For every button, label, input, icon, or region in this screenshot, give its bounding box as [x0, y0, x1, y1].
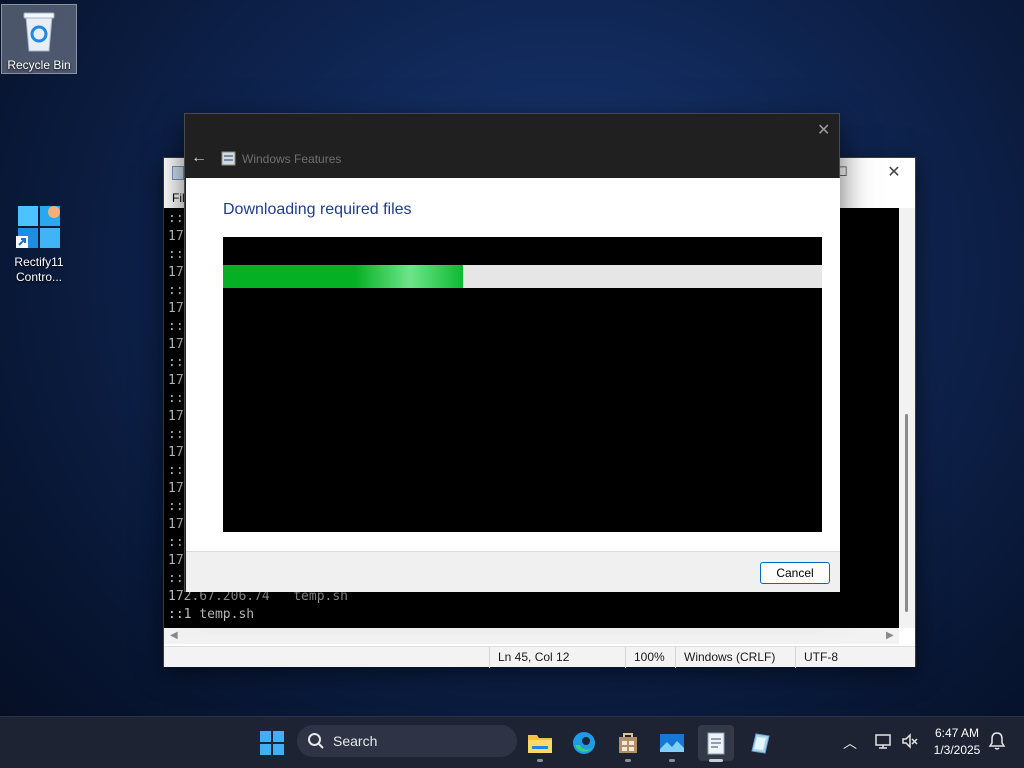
status-zoom: 100%	[625, 647, 665, 668]
photos-icon	[660, 734, 684, 752]
scroll-right-icon[interactable]: ▶	[886, 630, 894, 641]
folder-icon	[528, 735, 552, 753]
desktop-icon-rectify11[interactable]: Rectify11 Contro...	[1, 204, 77, 285]
running-indicator	[669, 759, 675, 762]
network-icon[interactable]	[874, 731, 894, 751]
windows-settings-icon	[16, 206, 60, 248]
taskbar-rectify-control[interactable]	[742, 725, 778, 761]
taskbar-photos[interactable]	[654, 725, 690, 762]
search-icon	[308, 733, 324, 749]
running-indicator	[625, 759, 631, 762]
desktop-icon-recycle-bin[interactable]: Recycle Bin	[1, 4, 77, 74]
taskbar-search[interactable]: Search	[297, 725, 517, 757]
windows-features-dialog[interactable]: ✕ ← Windows Features Downloading require…	[184, 113, 840, 592]
status-position: Ln 45, Col 12	[489, 647, 569, 668]
editor-line: ::1 temp.sh	[168, 607, 255, 622]
clock-date: 1/3/2025	[933, 743, 981, 757]
start-button[interactable]	[254, 725, 290, 761]
cancel-button[interactable]: Cancel	[760, 562, 830, 584]
dialog-heading: Downloading required files	[223, 201, 412, 218]
taskbar-clock[interactable]: 6:47 AM 1/3/2025	[924, 725, 990, 759]
progress-panel	[223, 237, 822, 532]
recycle-bin-icon	[23, 12, 55, 52]
notification-bell-icon[interactable]	[988, 731, 1006, 751]
volume-muted-icon[interactable]	[900, 731, 920, 751]
dialog-body: Downloading required files	[186, 178, 840, 551]
status-encoding: UTF-8	[795, 647, 838, 668]
search-label: Search	[333, 733, 378, 749]
progress-bar	[223, 265, 822, 288]
horizontal-scrollbar[interactable]: ◀ ▶	[164, 628, 899, 644]
dialog-footer: Cancel	[186, 551, 840, 592]
windows-logo-icon	[260, 731, 284, 755]
progress-bar-fill	[223, 265, 463, 288]
taskbar-notepad[interactable]	[698, 725, 734, 762]
scroll-left-icon[interactable]: ◀	[170, 630, 178, 641]
running-indicator	[537, 759, 543, 762]
notepad-app-icon	[172, 166, 184, 180]
taskbar-edge[interactable]	[566, 725, 602, 761]
notepad-icon	[707, 732, 725, 755]
vertical-scrollbar[interactable]	[899, 208, 915, 628]
close-icon[interactable]: ✕	[817, 120, 830, 140]
taskbar: Search ︿ 6:47 AM 1/3/2025	[0, 716, 1024, 768]
taskbar-store[interactable]	[610, 725, 646, 762]
taskbar-file-explorer[interactable]	[522, 725, 558, 762]
clock-time: 6:47 AM	[934, 726, 980, 740]
close-icon[interactable]: ✕	[884, 162, 904, 182]
store-icon	[619, 733, 637, 753]
dialog-title: Windows Features	[242, 152, 342, 166]
edge-icon	[573, 732, 595, 754]
status-bar: Ln 45, Col 12 100% Windows (CRLF) UTF-8	[164, 646, 915, 668]
scrollbar-thumb[interactable]	[905, 414, 908, 612]
control-panel-icon	[751, 733, 770, 754]
status-line-ending: Windows (CRLF)	[675, 647, 775, 668]
desktop-icon-label: Rectify11 Contro...	[14, 255, 64, 284]
back-arrow-icon[interactable]: ←	[191, 149, 207, 167]
show-hidden-icons-chevron-icon[interactable]: ︿	[843, 733, 857, 753]
desktop-icon-label: Recycle Bin	[7, 58, 71, 72]
active-indicator	[709, 759, 723, 762]
windows-features-icon	[221, 151, 236, 166]
